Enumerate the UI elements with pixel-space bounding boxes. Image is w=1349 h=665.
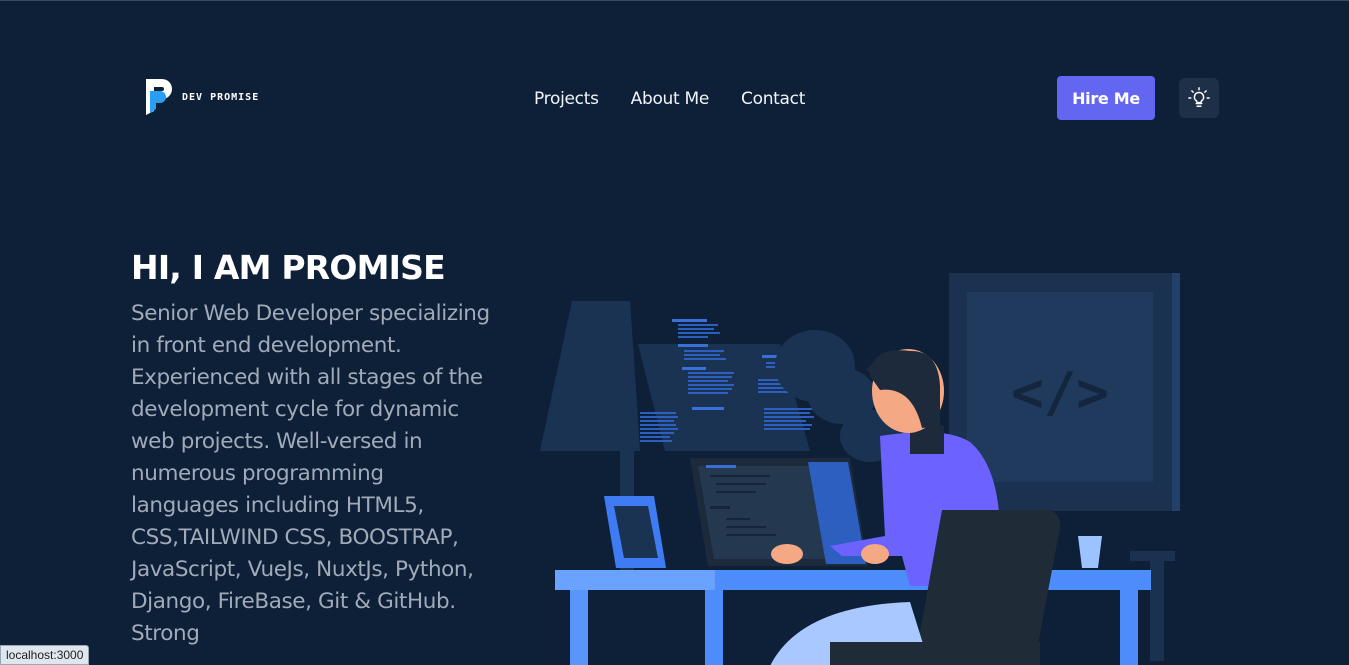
- p-logo-icon: [146, 79, 172, 115]
- hire-me-button[interactable]: Hire Me: [1057, 76, 1155, 120]
- developer-illustration: </>: [540, 273, 1180, 665]
- main-nav: Projects About Me Contact: [534, 89, 805, 109]
- hero-title: HI, I AM PROMISE: [131, 248, 446, 287]
- lightbulb-icon: [1188, 87, 1210, 107]
- nav-link-projects[interactable]: Projects: [534, 89, 599, 109]
- monitor-code-symbol: </>: [1011, 361, 1109, 424]
- nav-link-contact[interactable]: Contact: [741, 89, 805, 109]
- logo-text: DEV PROMISE: [182, 91, 260, 103]
- nav-link-about-me[interactable]: About Me: [631, 89, 710, 109]
- site-logo[interactable]: DEV PROMISE: [142, 77, 259, 117]
- hero-description: Senior Web Developer specializing in fro…: [131, 301, 490, 646]
- theme-toggle-button[interactable]: [1179, 78, 1219, 118]
- browser-status-bar: localhost:3000: [0, 645, 90, 665]
